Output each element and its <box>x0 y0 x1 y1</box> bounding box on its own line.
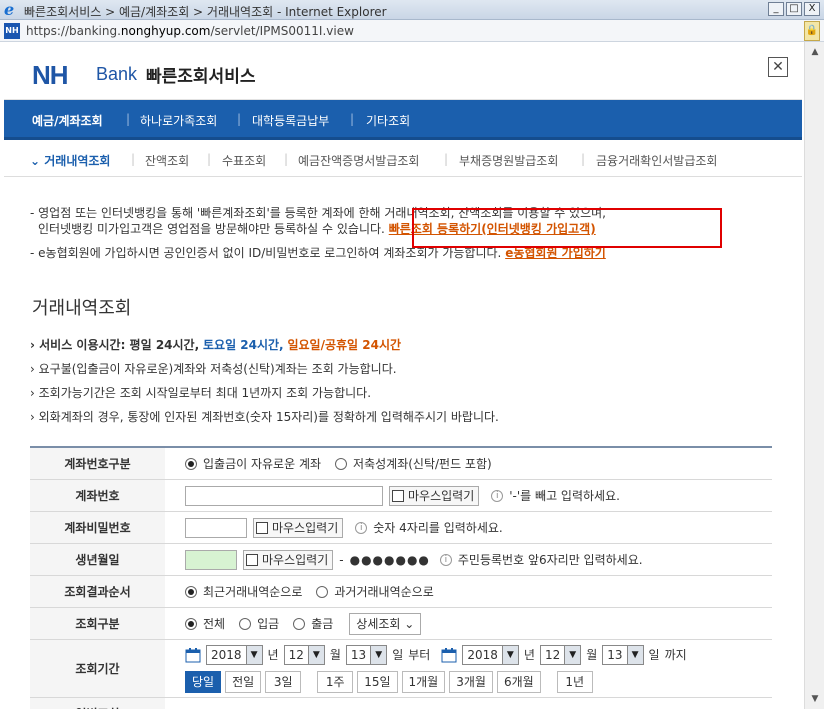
label-account-type: 계좌번호구분 <box>30 448 165 479</box>
radio-oldest-first[interactable] <box>316 585 329 598</box>
period-3months-button[interactable]: 3개월 <box>449 670 493 693</box>
ie-icon: e <box>4 0 15 19</box>
password-mouse-keypad-toggle[interactable]: 마우스입력기 <box>253 517 344 538</box>
calendar-icon[interactable] <box>441 647 457 663</box>
birth-hint: 주민등록번호 앞6자리만 입력하세요. <box>457 553 643 567</box>
end-month-select[interactable]: 12 ▼ <box>539 644 582 665</box>
row-period: 조회기간 2018 ▼ 년 12 ▼ 월 13 ▼ 일 부터 2018 ▼ 년 12 ▼ … <box>30 640 772 698</box>
chevron-down-icon: ⌄ <box>404 616 415 631</box>
scroll-up-icon[interactable]: ▲ <box>808 44 822 60</box>
window-controls: _ □ X <box>768 2 820 16</box>
minimize-button[interactable]: _ <box>768 2 784 16</box>
checkbox-icon <box>246 553 258 566</box>
bank-logo-text[interactable]: Bank <box>96 64 137 85</box>
checkbox-icon <box>392 489 404 502</box>
highlight-box <box>412 208 722 248</box>
period-1year-button[interactable]: 1년 <box>556 670 593 693</box>
main-nav: 예금/계좌조회 | 하나로가족조회 | 대학등록금납부 | 기타조회 <box>4 100 802 140</box>
info-line-4: › 외화계좌의 경우, 통장에 인자된 계좌번호(숫자 15자리)를 정확하게 … <box>30 410 499 424</box>
info-icon: i <box>439 553 452 566</box>
sub-nav-balance[interactable]: 잔액조회 <box>145 152 189 169</box>
account-no-hint: '-'를 빼고 입력하세요. <box>509 489 620 503</box>
main-nav-family[interactable]: 하나로가족조회 <box>140 112 217 129</box>
radio-savings-account[interactable] <box>335 457 348 470</box>
sub-nav-finance-cert[interactable]: 금융거래확인서발급조회 <box>596 152 717 169</box>
label-order: 조회결과순서 <box>30 576 165 607</box>
sub-nav-check[interactable]: 수표조회 <box>222 152 266 169</box>
main-nav-tuition[interactable]: 대학등록금납부 <box>252 112 329 129</box>
window-titlebar: e 빠른조회서비스 > 예금/계좌조회 > 거래내역조회 - Internet … <box>0 0 824 20</box>
period-yesterday-button[interactable]: 전일 <box>225 670 262 693</box>
nh-logo[interactable]: NH <box>32 60 69 91</box>
row-next: 열별조회 <box>30 698 772 709</box>
label-password: 계좌비밀번호 <box>30 512 165 543</box>
info-icon: i <box>491 489 504 502</box>
info-line-2: › 요구불(입출금이 자유로운)계좌와 저축성(신탁)계좌는 조회 가능합니다. <box>30 362 397 376</box>
row-order: 조회결과순서 최근거래내역순으로 과거거래내역순으로 <box>30 576 772 608</box>
scroll-down-icon[interactable]: ▼ <box>808 691 822 707</box>
start-year-select[interactable]: 2018 ▼ <box>206 644 263 665</box>
vertical-scrollbar[interactable]: ▲ ▼ <box>804 42 824 709</box>
period-1month-button[interactable]: 1개월 <box>401 670 446 693</box>
search-form: 계좌번호구분 입출금이 자유로운 계좌 저축성계좌(신탁/펀드 포함) 계좌번호… <box>30 446 772 709</box>
row-birth: 생년월일 마우스입력기 - ●●●●●●● i 주민등록번호 앞6자리만 입력하… <box>30 544 772 576</box>
label-kind: 조회구분 <box>30 608 165 639</box>
address-bar[interactable]: NH https://banking.nonghyup.com/servlet/… <box>0 20 824 42</box>
account-mouse-keypad-toggle[interactable]: 마우스입력기 <box>389 485 480 506</box>
radio-recent-first[interactable] <box>185 585 197 598</box>
start-day-select[interactable]: 13 ▼ <box>345 644 388 665</box>
label-birth: 생년월일 <box>30 544 165 575</box>
close-window-button[interactable]: X <box>804 2 820 16</box>
main-nav-etc[interactable]: 기타조회 <box>366 112 410 129</box>
sub-nav-balance-cert[interactable]: 예금잔액증명서발급조회 <box>298 152 419 169</box>
detail-search-button[interactable]: 상세조회 ⌄ <box>349 612 422 635</box>
page-title: 거래내역조회 <box>32 298 132 319</box>
row-account-type: 계좌번호구분 입출금이 자유로운 계좌 저축성계좌(신탁/펀드 포함) <box>30 448 772 480</box>
password-input[interactable] <box>185 517 247 538</box>
row-kind: 조회구분 전체 입금 출금 상세조회 ⌄ <box>30 608 772 640</box>
label-period: 조회기간 <box>30 640 165 697</box>
address-url[interactable]: https://banking.nonghyup.com/servlet/IPM… <box>26 24 354 38</box>
period-15days-button[interactable]: 15일 <box>357 670 398 693</box>
main-nav-deposit[interactable]: 예금/계좌조회 <box>32 112 103 129</box>
e-member-join-link[interactable]: e농협회원 가입하기 <box>505 246 606 260</box>
sub-nav-debt-cert[interactable]: 부채증명원발급조회 <box>459 152 558 169</box>
page-header: NH Bank 빠른조회서비스 ✕ <box>4 42 802 100</box>
maximize-button[interactable]: □ <box>786 2 802 16</box>
account-no-input[interactable] <box>185 485 383 506</box>
info-icon: i <box>355 521 368 534</box>
end-year-select[interactable]: 2018 ▼ <box>462 644 519 665</box>
info-hours: › 서비스 이용시간: 평일 24시간, 토요일 24시간, 일요일/공휴일 2… <box>30 338 402 352</box>
radio-withdraw[interactable] <box>293 617 306 630</box>
birth-mouse-keypad-toggle[interactable]: 마우스입력기 <box>243 549 334 570</box>
birth-input[interactable] <box>185 549 237 570</box>
lock-icon[interactable]: 🔒 <box>804 21 820 41</box>
sub-nav: ⌄ 거래내역조회 | 잔액조회 | 수표조회 | 예금잔액증명서발급조회 | 부… <box>4 143 802 177</box>
password-hint: 숫자 4자리를 입력하세요. <box>373 521 503 535</box>
row-account-no: 계좌번호 마우스입력기 i '-'를 빼고 입력하세요. <box>30 480 772 512</box>
label-account-no: 계좌번호 <box>30 480 165 511</box>
calendar-icon[interactable] <box>185 647 201 663</box>
service-title: 빠른조회서비스 <box>146 67 256 87</box>
radio-all[interactable] <box>185 617 197 630</box>
info-list: › 서비스 이용시간: 평일 24시간, 토요일 24시간, 일요일/공휴일 2… <box>30 336 499 432</box>
period-6months-button[interactable]: 6개월 <box>496 670 541 693</box>
checkbox-icon <box>256 521 268 534</box>
radio-demand-account[interactable] <box>185 457 197 470</box>
period-3days-button[interactable]: 3일 <box>265 670 302 693</box>
end-day-select[interactable]: 13 ▼ <box>602 644 644 665</box>
start-month-select[interactable]: 12 ▼ <box>283 644 325 665</box>
sub-nav-transactions[interactable]: ⌄ 거래내역조회 <box>30 152 110 169</box>
site-favicon-icon: NH <box>4 23 20 39</box>
period-1week-button[interactable]: 1주 <box>317 670 354 693</box>
period-today-button[interactable]: 당일 <box>185 670 222 693</box>
row-password: 계좌비밀번호 마우스입력기 i 숫자 4자리를 입력하세요. <box>30 512 772 544</box>
close-popup-button[interactable]: ✕ <box>768 57 788 77</box>
window-title: 빠른조회서비스 > 예금/계좌조회 > 거래내역조회 - Internet Ex… <box>24 5 387 19</box>
masked-digits: ●●●●●●● <box>349 552 430 567</box>
info-line-3: › 조회가능기간은 조회 시작일로부터 최대 1년까지 조회 가능합니다. <box>30 386 372 400</box>
radio-deposit[interactable] <box>239 617 252 630</box>
label-next: 열별조회 <box>30 698 165 709</box>
